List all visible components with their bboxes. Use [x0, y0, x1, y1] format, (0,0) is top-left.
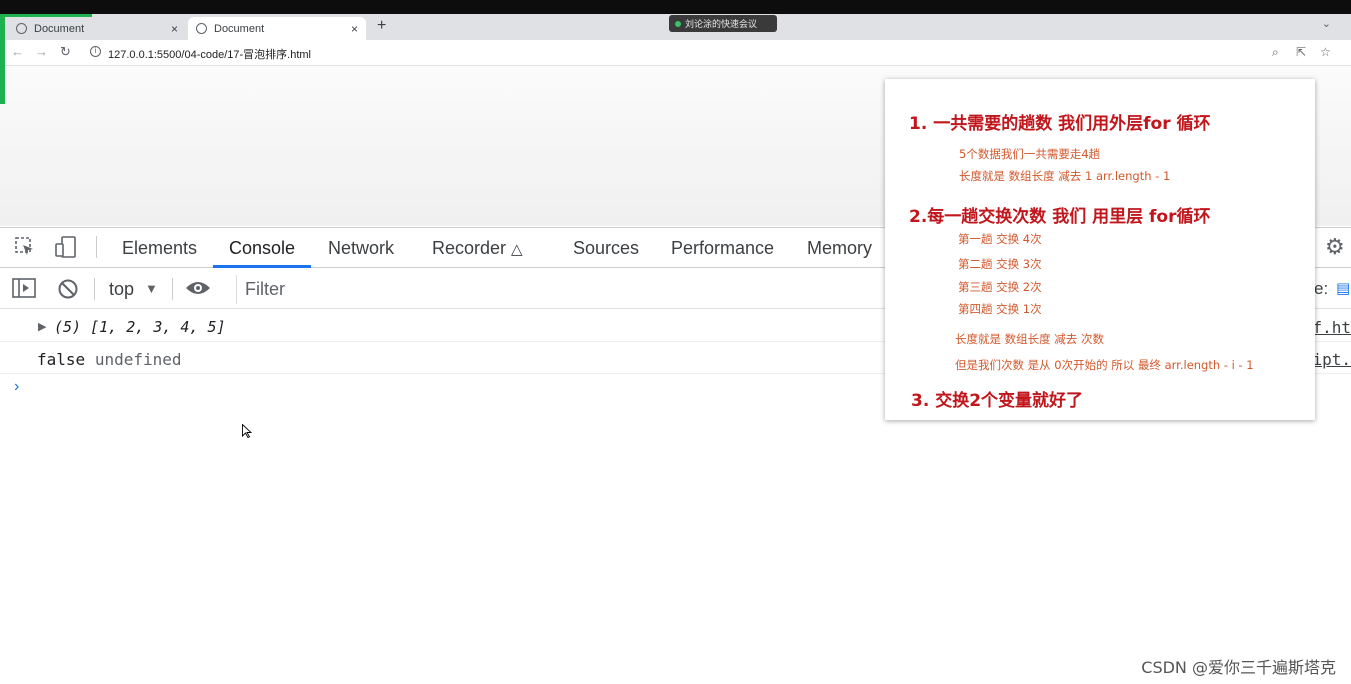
annotation-note: 第二趟 交换 3次: [958, 257, 1042, 271]
new-tab-button[interactable]: +: [377, 17, 386, 35]
bookmark-star-icon[interactable]: ☆: [1320, 45, 1331, 59]
filter-input[interactable]: Filter: [236, 275, 886, 304]
annotation-note: 但是我们次数 是从 0次开始的 所以 最终 arr.length - i - 1: [955, 358, 1254, 372]
annotation-panel: 1. 一共需要的趟数 我们用外层for 循环 5个数据我们一共需要走4趟 长度就…: [885, 79, 1315, 420]
tab-performance[interactable]: Performance: [671, 238, 774, 259]
gear-icon[interactable]: ⚙: [1325, 234, 1345, 260]
recording-dot-icon: [675, 20, 681, 27]
annotation-heading-2: 2.每一趟交换次数 我们 用里层 for循环: [909, 207, 1211, 227]
chevron-down-icon[interactable]: ⌄: [1322, 17, 1331, 30]
mouse-cursor-icon: [242, 424, 252, 438]
source-link[interactable]: ipt.: [1312, 350, 1351, 369]
annotation-note: 第三趟 交换 2次: [958, 280, 1042, 294]
screen-share-indicator-side: [0, 14, 5, 104]
divider: [94, 278, 95, 300]
console-prompt-icon[interactable]: ›: [14, 378, 19, 396]
info-icon[interactable]: i: [90, 46, 101, 57]
address-bar[interactable]: 127.0.0.1:5500/04-code/17-冒泡排序.html: [108, 46, 311, 62]
zoom-icon[interactable]: ⌕: [1272, 45, 1279, 60]
console-value-false: false: [37, 350, 86, 369]
eye-icon[interactable]: [185, 278, 211, 304]
annotation-note: 长度就是 数组长度 减去 1 arr.length - 1: [959, 169, 1171, 183]
screen: Document × Document × + 刘论涂的快速会议 ⌄ ← → ↻…: [0, 0, 1351, 684]
tab-title: Document: [214, 22, 265, 35]
inspect-element-icon[interactable]: [14, 236, 36, 264]
tab-title: Document: [34, 22, 85, 35]
divider: [172, 278, 173, 300]
reload-icon[interactable]: ↻: [60, 44, 71, 60]
top-black-strip: [0, 0, 1351, 14]
globe-icon: [16, 23, 27, 34]
issues-icon[interactable]: ▤: [1336, 279, 1350, 297]
annotation-heading-1: 1. 一共需要的趟数 我们用外层for 循环: [909, 114, 1211, 134]
tab-recorder-label: Recorder: [432, 238, 507, 258]
context-selector[interactable]: top: [109, 279, 134, 300]
annotation-note: 第一趟 交换 4次: [958, 232, 1042, 246]
console-value-undefined: undefined: [94, 350, 182, 369]
annotation-note: 5个数据我们一共需要走4趟: [959, 147, 1101, 161]
share-icon[interactable]: ⇱: [1296, 45, 1306, 59]
divider: [96, 236, 97, 258]
globe-icon: [196, 23, 207, 34]
annotation-note: 长度就是 数组长度 减去 次数: [955, 332, 1104, 346]
forward-icon[interactable]: →: [35, 44, 48, 59]
clear-console-icon[interactable]: [57, 278, 79, 306]
meeting-banner-label: 刘论涂的快速会议: [685, 19, 758, 29]
active-tab-indicator: [213, 265, 311, 268]
expand-triangle-icon[interactable]: ▶: [38, 320, 46, 333]
tab-sources[interactable]: Sources: [573, 238, 639, 259]
close-icon[interactable]: ×: [351, 22, 358, 36]
tab-recorder[interactable]: Recorder △: [432, 238, 523, 259]
browser-tab[interactable]: Document ×: [8, 17, 186, 40]
console-log-line: false undefined: [37, 350, 182, 369]
flask-icon: △: [511, 241, 523, 258]
dropdown-arrow-icon[interactable]: ▼: [145, 281, 158, 296]
back-icon[interactable]: ←: [11, 44, 24, 59]
annotation-note: 第四趟 交换 1次: [958, 302, 1042, 316]
device-toolbar-icon[interactable]: [54, 236, 78, 264]
meeting-banner[interactable]: 刘论涂的快速会议: [669, 15, 777, 32]
sidebar-toggle-icon[interactable]: [12, 278, 36, 304]
tab-memory[interactable]: Memory: [807, 238, 872, 259]
annotation-heading-3: 3. 交换2个变量就好了: [911, 391, 1084, 411]
browser-tab-active[interactable]: Document ×: [188, 17, 366, 40]
tab-console[interactable]: Console: [229, 238, 295, 259]
source-link[interactable]: f.ht: [1312, 318, 1351, 337]
tab-network[interactable]: Network: [328, 238, 394, 259]
console-array-output[interactable]: (5) [1, 2, 3, 4, 5]: [54, 318, 226, 336]
watermark: CSDN @爱你三千遍斯塔克: [1141, 658, 1336, 677]
close-icon[interactable]: ×: [171, 22, 178, 36]
tab-elements[interactable]: Elements: [122, 238, 197, 259]
log-levels-label[interactable]: e:: [1314, 279, 1328, 299]
